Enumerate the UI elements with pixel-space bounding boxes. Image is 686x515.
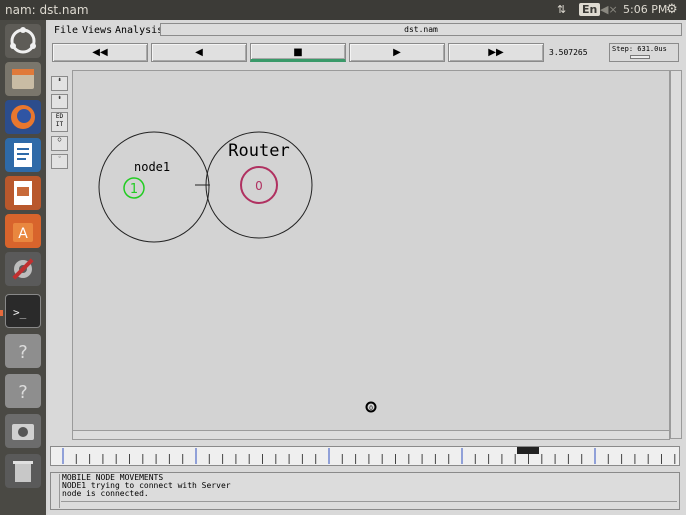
zoom-in-icon[interactable]: ⇞ [51, 76, 68, 91]
canvas-horizontal-scrollbar[interactable] [72, 430, 670, 440]
writer-icon[interactable] [5, 138, 41, 172]
router-label: Router [228, 141, 289, 161]
fast-forward-button[interactable]: ▶▶ [448, 43, 544, 62]
step-back-button[interactable]: ◀ [151, 43, 247, 62]
system-top-bar: nam: dst.nam ⇅ En ◀× 5:06 PM ⚙ [0, 0, 686, 20]
svg-text:>_: >_ [13, 306, 27, 319]
firefox-icon[interactable] [5, 100, 41, 134]
time-slider[interactable] [50, 446, 680, 466]
trash-icon[interactable] [5, 454, 41, 488]
nam-window: File Views Analysis dst.nam ◀◀ ◀ ■ ▶ ▶▶ … [48, 20, 686, 515]
node1-id: 1 [130, 182, 138, 197]
launcher: A >_ ? ? [0, 20, 46, 515]
network-graph: node1 1 Router 0 0 [98, 131, 377, 413]
system-settings-icon[interactable] [5, 252, 41, 286]
canvas-vertical-scrollbar[interactable] [670, 70, 682, 439]
terminal-icon[interactable]: >_ [5, 294, 41, 328]
svg-text:?: ? [18, 382, 28, 403]
impress-icon[interactable] [5, 176, 41, 210]
stop-button[interactable]: ■ [250, 43, 346, 62]
clock[interactable]: 5:06 PM [623, 2, 667, 18]
keyboard-layout-indicator[interactable]: En [579, 2, 601, 18]
zoom-out-icon[interactable]: ⇟ [51, 94, 68, 109]
playback-controls: ◀◀ ◀ ■ ▶ ▶▶ 3.507265 Step: 631.0us [48, 42, 686, 66]
mobile-node-id: 0 [369, 405, 373, 412]
edit-tools: ⇞ ⇟ ED IT ○ ◦ [51, 74, 69, 192]
step-size-control[interactable]: Step: 631.0us [609, 43, 679, 62]
menu-file[interactable]: File [54, 25, 78, 36]
time-ticks [62, 447, 676, 464]
annotation-text: MOBILE NODE MOVEMENTS NODE1 trying to co… [62, 474, 231, 498]
gear-icon[interactable]: ⚙ [666, 2, 678, 18]
unknown-app-icon[interactable]: ? [5, 374, 41, 408]
software-center-icon[interactable]: A [5, 214, 41, 248]
filename-field: dst.nam [160, 23, 682, 36]
menu-bar: File Views Analysis dst.nam [48, 20, 686, 40]
menu-views[interactable]: Views [82, 25, 112, 36]
files-icon[interactable] [5, 62, 41, 96]
ubuntu-logo-icon[interactable] [5, 24, 41, 58]
rewind-button[interactable]: ◀◀ [52, 43, 148, 62]
svg-text:?: ? [18, 342, 28, 363]
svg-text:A: A [18, 226, 28, 242]
node1-range-circle [98, 131, 210, 243]
annotation-panel: MOBILE NODE MOVEMENTS NODE1 trying to co… [50, 472, 680, 510]
volume-muted-icon[interactable]: ◀× [600, 2, 618, 18]
network-arrows-icon[interactable]: ⇅ [557, 2, 566, 18]
time-slider-handle[interactable] [517, 447, 539, 454]
screenshot-icon[interactable] [5, 414, 41, 448]
play-button[interactable]: ▶ [349, 43, 445, 62]
edit-button[interactable]: ED IT [51, 112, 68, 132]
annotation-line: node is connected. [62, 489, 149, 498]
window-title: nam: dst.nam [5, 3, 89, 17]
running-indicator [0, 310, 3, 316]
animation-canvas[interactable]: node1 1 Router 0 0 [72, 70, 670, 439]
router-id: 0 [255, 179, 263, 193]
sim-time-readout: 3.507265 [549, 48, 588, 57]
step-slider-handle[interactable] [630, 55, 650, 59]
small-circle-tool-icon[interactable]: ◦ [51, 154, 68, 169]
annotation-horizontal-scrollbar[interactable] [61, 501, 677, 509]
unknown-app-icon[interactable]: ? [5, 334, 41, 368]
circle-tool-icon[interactable]: ○ [51, 136, 68, 151]
node1-label: node1 [134, 160, 170, 174]
menu-analysis[interactable]: Analysis [115, 25, 163, 36]
annotation-scrollbar[interactable] [52, 474, 60, 508]
step-size-label: Step: 631.0us [612, 45, 667, 53]
